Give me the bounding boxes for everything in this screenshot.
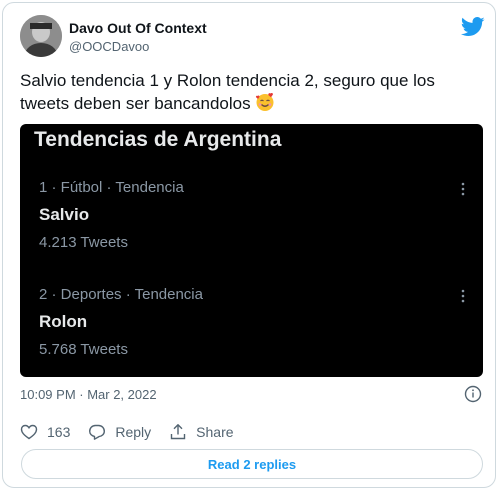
read-replies-label: Read 2 replies — [207, 456, 297, 472]
share-label: Share — [196, 424, 234, 440]
trend-item: 1 · Fútbol · Tendencia Salvio 4.213 Twee… — [39, 179, 469, 251]
like-button[interactable]: 163 — [20, 423, 70, 441]
trends-title: Tendencias de Argentina — [34, 128, 282, 151]
author-name[interactable]: Davo Out Of Context — [69, 20, 207, 36]
reply-icon — [89, 424, 106, 440]
more-options-icon — [461, 289, 465, 303]
reply-button[interactable]: Reply — [88, 423, 151, 441]
reply-label: Reply — [115, 424, 152, 440]
trend-name: Salvio — [39, 205, 90, 224]
trend-count: 5.768 Tweets — [39, 341, 128, 358]
tweet-text: Salvio tendencia 1 y Rolon tendencia 2, … — [20, 69, 480, 115]
trend-name: Rolon — [39, 312, 88, 331]
smiling-face-with-hearts-icon — [256, 92, 274, 111]
tweet-timestamp[interactable]: 10:09 PM · Mar 2, 2022 — [20, 387, 157, 402]
trend-item: 2 · Deportes · Tendencia Rolon 5.768 Twe… — [39, 286, 469, 358]
avatar[interactable] — [20, 15, 62, 57]
twitter-bird-icon[interactable] — [461, 17, 485, 37]
info-icon[interactable] — [464, 385, 482, 403]
share-icon — [170, 424, 186, 440]
like-count: 163 — [47, 424, 71, 440]
heart-icon — [20, 424, 38, 440]
read-replies-button[interactable]: Read 2 replies — [21, 449, 483, 479]
tweet-card: Davo Out Of Context @OOCDavoo Salvio ten… — [2, 2, 496, 488]
trend-meta: 1 · Fútbol · Tendencia — [39, 179, 184, 196]
tweet-actions: 163 Reply Share — [20, 422, 252, 442]
author-handle[interactable]: @OOCDavoo — [69, 39, 149, 54]
trend-count: 4.213 Tweets — [39, 234, 128, 251]
more-options-icon — [461, 182, 465, 196]
trend-meta: 2 · Deportes · Tendencia — [39, 286, 203, 303]
embedded-screenshot[interactable]: Tendencias de Argentina 1 · Fútbol · Ten… — [20, 124, 483, 377]
share-button[interactable]: Share — [169, 423, 234, 441]
tweet-text-content: Salvio tendencia 1 y Rolon tendencia 2, … — [20, 71, 435, 113]
